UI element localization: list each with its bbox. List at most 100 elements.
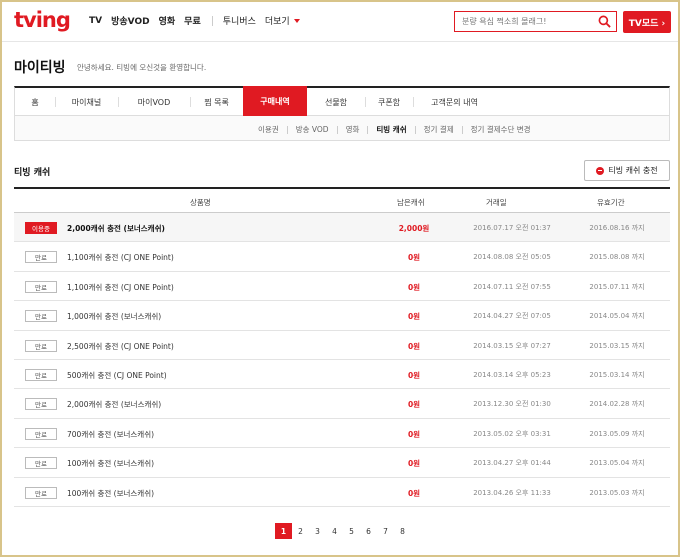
status-badge: 만료 — [25, 457, 57, 470]
remaining-cash: 0원 — [407, 282, 421, 292]
subtab-movie[interactable]: 영화 — [346, 124, 360, 135]
table-row: 만료 1,000캐쉬 충전 (보너스캐쉬) 0원 2014.04.27 오전 0… — [14, 301, 670, 331]
status-badge: 만료 — [25, 427, 57, 440]
status-badge: 만료 — [25, 251, 57, 264]
expiry-date: 2015.03.14 까지 — [589, 370, 645, 379]
table-row: 만료 500캐쉬 충전 (CJ ONE Point) 0원 2014.03.14… — [14, 360, 670, 390]
page-3[interactable]: 3 — [309, 523, 326, 539]
tab-home[interactable]: 홈 — [15, 88, 55, 116]
search-box — [454, 11, 617, 32]
page-4[interactable]: 4 — [326, 523, 343, 539]
status-badge: 만료 — [25, 339, 57, 352]
search-input[interactable] — [455, 12, 590, 31]
subtab-tving-cash[interactable]: 티빙 캐쉬 — [376, 124, 406, 135]
transaction-date: 2014.03.14 오후 05:23 — [473, 370, 551, 379]
subtab-divider — [367, 125, 369, 134]
charge-cash-label: 티빙 캐쉬 충전 — [608, 166, 658, 175]
pagination: 1 2 3 4 5 6 7 8 — [275, 523, 411, 539]
page-1[interactable]: 1 — [275, 523, 292, 539]
expiry-date: 2013.05.03 까지 — [589, 488, 645, 497]
remaining-cash: 0원 — [407, 341, 421, 351]
transaction-date: 2013.04.26 오후 11:33 — [473, 488, 551, 497]
product-name: 1,100캐쉬 충전 (CJ ONE Point) — [67, 253, 174, 263]
status-badge: 만료 — [25, 368, 57, 381]
nav-free[interactable]: 무료 — [184, 14, 201, 27]
subtab-change-payment-method[interactable]: 정기 결제수단 변경 — [471, 124, 531, 135]
tab-my-vod[interactable]: 마이VOD — [118, 88, 190, 116]
tv-mode-button[interactable]: TV모드 › — [623, 11, 671, 33]
col-remaining: 남은캐쉬 — [397, 198, 425, 207]
page-7[interactable]: 7 — [377, 523, 394, 539]
search-icon[interactable] — [598, 15, 611, 28]
caret-down-icon — [293, 18, 300, 23]
table-row: 만료 2,500캐쉬 충전 (CJ ONE Point) 0원 2014.03.… — [14, 331, 670, 360]
tab-coupon[interactable]: 쿠폰함 — [365, 88, 413, 116]
cash-history-table: 상품명 남은캐쉬 거래일 유효기간 이용중 2,000캐쉬 충전 (보너스캐쉬)… — [14, 187, 670, 507]
product-name: 2,500캐쉬 충전 (CJ ONE Point) — [67, 341, 174, 351]
remaining-cash: 0원 — [407, 429, 421, 439]
expiry-date: 2016.08.16 까지 — [589, 224, 645, 232]
nav-tv[interactable]: TV — [89, 16, 102, 26]
product-name: 100캐쉬 충전 (보너스캐쉬) — [67, 488, 155, 498]
nav-more[interactable]: 더보기 — [265, 14, 300, 27]
page-2[interactable]: 2 — [292, 523, 309, 539]
col-expiry: 유효기간 — [597, 198, 625, 207]
page-5[interactable]: 5 — [343, 523, 360, 539]
tab-my-channel[interactable]: 마이채널 — [55, 88, 118, 116]
nav-broadcast-vod[interactable]: 방송VOD — [111, 14, 150, 27]
remaining-cash: 0원 — [407, 370, 421, 380]
subtab-divider — [414, 125, 416, 134]
subtab-recurring-payment[interactable]: 정기 결제 — [424, 124, 454, 135]
product-name: 1,000캐쉬 충전 (보너스캐쉬) — [67, 312, 162, 322]
subtab-pass[interactable]: 이용권 — [258, 124, 279, 135]
coin-icon — [596, 166, 605, 175]
table-row: 만료 100캐쉬 충전 (보너스캐쉬) 0원 2013.04.26 오후 11:… — [14, 478, 670, 507]
status-badge: 만료 — [25, 310, 57, 323]
purchase-subtabs: 이용권 방송 VOD 영화 티빙 캐쉬 정기 결제 정기 결제수단 변경 — [14, 116, 670, 141]
remaining-cash: 0원 — [407, 459, 421, 469]
table-header: 상품명 남은캐쉬 거래일 유효기간 — [14, 189, 670, 213]
expiry-date: 2013.05.04 까지 — [589, 459, 645, 468]
transaction-date: 2014.07.11 오전 07:55 — [473, 282, 551, 291]
transaction-date: 2014.03.15 오후 07:27 — [473, 341, 551, 350]
subtab-broadcast-vod[interactable]: 방송 VOD — [296, 124, 329, 135]
table-row: 만료 1,100캐쉬 충전 (CJ ONE Point) 0원 2014.07.… — [14, 272, 670, 302]
nav-divider — [211, 15, 213, 26]
status-badge: 만료 — [25, 398, 57, 411]
page-8[interactable]: 8 — [394, 523, 411, 539]
transaction-date: 2013.04.27 오후 01:44 — [473, 459, 551, 468]
remaining-cash: 0원 — [407, 400, 421, 410]
transaction-date: 2014.08.08 오전 05:05 — [473, 253, 551, 262]
nav-tooniverse[interactable]: 투니버스 — [223, 14, 256, 27]
tab-wishlist[interactable]: 찜 목록 — [190, 88, 243, 116]
table-row: 이용중 2,000캐쉬 충전 (보너스캐쉬) 2,000원 2016.07.17… — [14, 213, 670, 243]
main-nav: TV 방송VOD 영화 무료 투니버스 더보기 — [89, 14, 309, 27]
col-product: 상품명 — [190, 198, 211, 207]
col-date: 거래일 — [486, 198, 507, 207]
nav-more-label: 더보기 — [264, 17, 290, 27]
status-badge: 만료 — [25, 280, 57, 293]
table-row: 만료 2,000캐쉬 충전 (보너스캐쉬) 0원 2013.12.30 오전 0… — [14, 389, 670, 419]
tab-customer-inquiry[interactable]: 고객문의 내역 — [413, 88, 496, 116]
tab-gift-box[interactable]: 선물함 — [307, 88, 365, 116]
expiry-date: 2013.05.09 까지 — [589, 429, 645, 438]
nav-movie[interactable]: 영화 — [159, 14, 176, 27]
top-navigation-bar: tving TV 방송VOD 영화 무료 투니버스 더보기 TV모드 › — [2, 2, 678, 42]
remaining-cash: 0원 — [407, 253, 421, 263]
section-title: 티빙 캐쉬 — [14, 168, 51, 178]
remaining-cash: 2,000원 — [398, 224, 430, 233]
product-name: 700캐쉬 충전 (보너스캐쉬) — [67, 429, 155, 439]
my-tving-tabs: 홈 마이채널 마이VOD 찜 목록 구매내역 선물함 쿠폰함 고객문의 내역 — [14, 86, 670, 116]
expiry-date: 2014.02.28 까지 — [589, 400, 645, 409]
expiry-date: 2015.03.15 까지 — [589, 341, 645, 350]
page-6[interactable]: 6 — [360, 523, 377, 539]
product-name: 2,000캐쉬 충전 (보너스캐쉬) — [67, 400, 162, 410]
tab-purchase-history[interactable]: 구매내역 — [243, 86, 307, 116]
status-badge: 만료 — [25, 486, 57, 499]
product-name: 2,000캐쉬 충전 (보너스캐쉬) — [67, 224, 165, 233]
product-name: 100캐쉬 충전 (보너스캐쉬) — [67, 459, 155, 469]
remaining-cash: 0원 — [407, 312, 421, 322]
expiry-date: 2014.05.04 까지 — [589, 312, 645, 321]
charge-cash-button[interactable]: 티빙 캐쉬 충전 — [584, 160, 670, 181]
tving-logo[interactable]: tving — [14, 8, 71, 32]
